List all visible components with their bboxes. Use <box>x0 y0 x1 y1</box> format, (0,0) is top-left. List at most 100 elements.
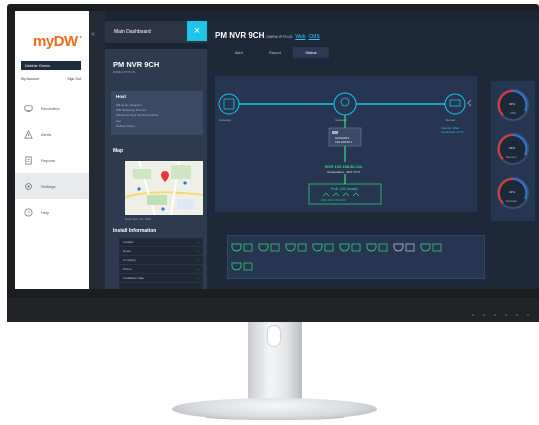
device-model: DWRAI IP PLUS <box>113 70 136 74</box>
sidebar-item-label: Settings <box>41 183 56 189</box>
gauge-label: Memory <box>506 155 517 159</box>
gauge-value: 30% <box>509 102 516 106</box>
sidebar-item-label: Alerts <box>41 131 52 137</box>
camera-icons <box>231 243 442 271</box>
internet-connection: connected: 3-7% <box>441 130 464 134</box>
gauge-value: 23% <box>509 190 516 194</box>
host-line: Marketing Dept Technical Writer <box>116 113 159 118</box>
collapse-chevron-icon: « <box>91 31 95 38</box>
gateway-ip: 192.168.50.1 <box>335 140 353 144</box>
web-link[interactable]: Web <box>295 34 305 40</box>
camera-channel-icon[interactable] <box>339 243 361 252</box>
host-details: HB as an integrator D/B Marketing Direct… <box>116 103 158 129</box>
install-field-label: Installer <box>123 240 134 244</box>
monitor-screen: myDW◔ Debbie Green My Account Sign Out R… <box>15 11 539 289</box>
my-account-link[interactable]: My Account <box>21 77 39 81</box>
internet-label: Internet <box>445 118 456 122</box>
settings-icon <box>24 182 33 191</box>
install-heading: Install Information <box>113 228 157 234</box>
host-line: Debbie Green <box>116 123 135 128</box>
network-topology: Gateway Gateway GATEWAY 192.168.50.1 NVR… <box>215 76 477 212</box>
sidebar-item-reports[interactable]: Reports <box>15 147 89 173</box>
tab-alert[interactable]: Alert <box>221 47 257 58</box>
chevron-right-icon: › <box>198 240 199 244</box>
help-icon: ? <box>24 208 33 217</box>
account-links: My Account Sign Out <box>21 77 81 81</box>
gauge-value: 23% <box>509 146 516 150</box>
install-row[interactable]: Installer › <box>119 238 203 247</box>
camera-channel-icon[interactable] <box>366 243 388 252</box>
user-name-badge[interactable]: Debbie Green <box>21 61 81 70</box>
app-sidebar: myDW◔ Debbie Green My Account Sign Out R… <box>15 11 89 289</box>
camera-channel-icon[interactable] <box>420 243 442 252</box>
map-pin-icon <box>161 171 169 182</box>
sidebar-item-settings[interactable]: Settings <box>15 173 89 199</box>
monitor-chin <box>7 298 539 322</box>
nvr-temperature: Temperature : 46.0 °F/°C <box>327 170 361 174</box>
device-name: PM NVR 9CH <box>113 60 160 69</box>
page-title-text: PM NVR 9CH <box>215 31 265 40</box>
camera-channel-icon[interactable] <box>285 243 307 252</box>
host-card: Host HB as an integrator D/B Marketing D… <box>111 91 203 135</box>
page-title: PM NVR 9CH DWRAI IP PLUS Web CMS <box>215 31 320 40</box>
chevron-right-icon: › <box>198 249 199 253</box>
install-field-label: Phone <box>123 267 132 271</box>
sidebar-item-recorders[interactable]: Recorders <box>15 95 89 121</box>
monitor-stand-base <box>172 398 377 420</box>
poe-ports: Ch1 Ch2 Ch3 Ch4 <box>321 198 346 202</box>
location-map[interactable] <box>125 161 203 215</box>
page-model: DWRAI IP PLUS <box>266 35 293 39</box>
chevron-right-icon: › <box>198 258 199 262</box>
sidebar-nav: Recorders Alerts Reports Settings ? Help <box>15 95 89 225</box>
close-icon: × <box>193 25 201 37</box>
camera-channel-icon[interactable] <box>258 243 280 252</box>
install-row[interactable]: Phone › <box>119 265 203 274</box>
sidebar-item-alerts[interactable]: Alerts <box>15 121 89 147</box>
resource-gauges: 30% CPU 23% Memory 23% Network <box>491 81 535 221</box>
tab-report[interactable]: Report <box>257 47 293 58</box>
collapse-arrow-icon[interactable] <box>215 76 477 212</box>
map-location: New York, NY, USA <box>125 217 151 221</box>
camera-channels <box>227 235 485 279</box>
poe-label: PoE (16.0watt) <box>331 186 358 191</box>
install-field-label: Email <box>123 249 131 253</box>
logo-text: myDW <box>33 33 78 50</box>
gauge-label: Network <box>506 199 518 203</box>
alert-icon <box>24 129 33 139</box>
install-field-label: Company <box>123 258 136 262</box>
install-row[interactable]: Email › <box>119 247 203 256</box>
nvr-label: NVR 192.168.50.114 <box>325 164 363 169</box>
router-label: Gateway <box>219 118 231 122</box>
switch-label: Gateway <box>335 118 347 122</box>
camera-channel-icon[interactable] <box>231 262 253 271</box>
sidebar-collapse-strip[interactable]: « <box>89 11 105 289</box>
recorder-icon <box>24 104 33 113</box>
sidebar-item-help[interactable]: ? Help <box>15 199 89 225</box>
sidebar-item-label: Recorders <box>41 105 60 111</box>
mydw-logo[interactable]: myDW◔ <box>33 33 83 50</box>
install-row[interactable]: Installation date › <box>119 274 203 283</box>
logo-swirl-icon: ◔ <box>77 33 83 42</box>
camera-channel-icon[interactable] <box>312 243 334 252</box>
device-info-panel: PM NVR 9CH DWRAI IP PLUS Host HB as an i… <box>105 49 207 289</box>
chevron-right-icon: › <box>198 267 199 271</box>
gauge-label: CPU <box>510 111 517 115</box>
svg-text:?: ? <box>27 210 30 215</box>
install-field-label: Installation date <box>123 276 145 280</box>
camera-channel-icon[interactable] <box>231 243 253 252</box>
sidebar-item-label: Reports <box>41 157 56 163</box>
map-heading: Map <box>113 148 123 154</box>
close-menu-button[interactable]: × <box>187 21 207 41</box>
report-icon <box>24 156 33 165</box>
host-heading: Host <box>116 94 126 99</box>
monitor-buttons <box>472 314 529 316</box>
cms-link[interactable]: CMS <box>309 34 320 40</box>
sign-out-link[interactable]: Sign Out <box>67 77 81 81</box>
chevron-right-icon: › <box>198 276 199 280</box>
install-row[interactable]: Company › <box>119 256 203 265</box>
camera-channel-icon[interactable] <box>393 243 415 252</box>
cable-hole <box>267 325 281 347</box>
monitor-product-shot: myDW◔ Debbie Green My Account Sign Out R… <box>0 0 539 425</box>
tab-status[interactable]: Status <box>293 47 329 58</box>
tab-bar: Alert Report Status <box>207 47 539 58</box>
